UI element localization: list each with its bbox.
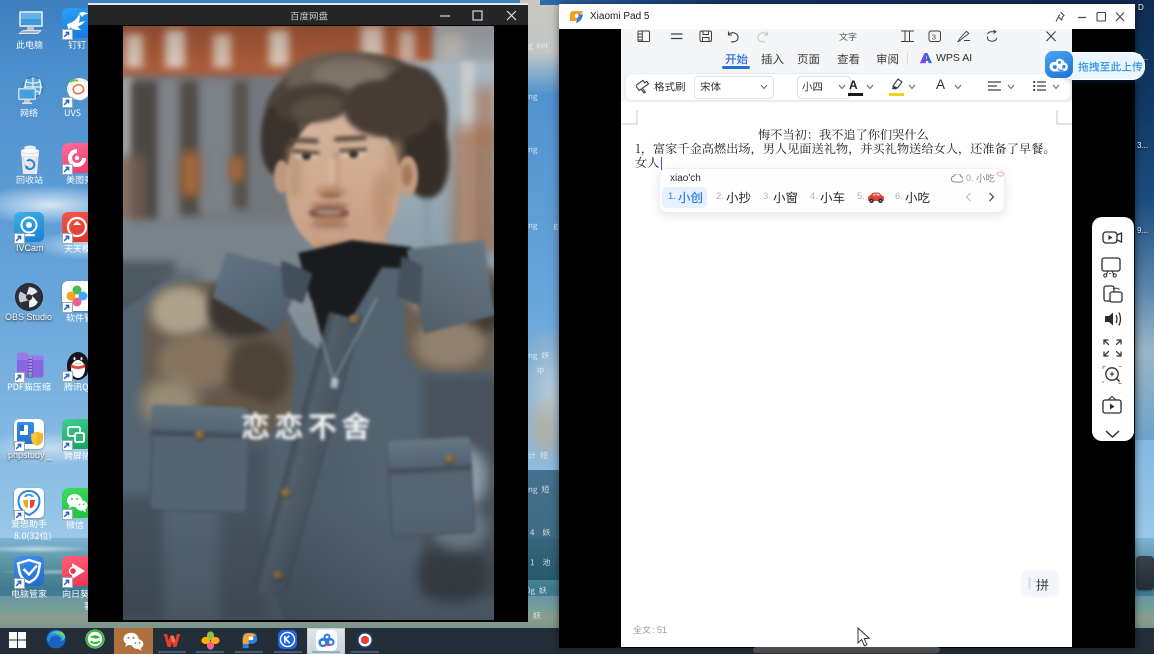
- svg-text:3: 3: [932, 33, 936, 42]
